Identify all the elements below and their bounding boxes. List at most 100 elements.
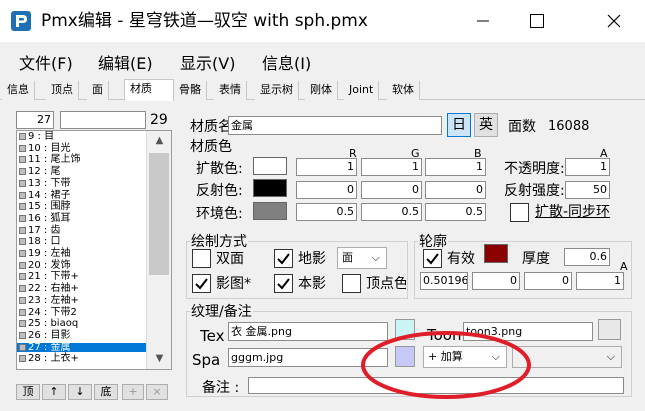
move-top-button[interactable]: 顶 <box>16 384 40 400</box>
menu-bar <box>0 42 645 80</box>
list-item[interactable]: 16 : 狐耳 <box>17 212 147 224</box>
self-shadow-label: 本影 <box>298 276 326 292</box>
maximize-button[interactable] <box>513 0 559 42</box>
tab-info[interactable]: 信息 <box>2 81 35 100</box>
menu-info[interactable]: 信息(I) <box>262 50 311 74</box>
tab-face[interactable]: 面 <box>87 81 109 100</box>
edge-g-input[interactable]: 0 <box>472 272 520 290</box>
list-item[interactable]: 10 : 目光 <box>17 143 147 153</box>
opacity-input[interactable]: 1 <box>565 158 610 176</box>
tab-joint[interactable]: Joint <box>344 81 380 100</box>
list-item[interactable]: 9 : 目 <box>17 132 147 142</box>
list-item[interactable]: 22 : 右袖+ <box>17 284 147 294</box>
lang-en-button[interactable]: 英 <box>474 113 498 137</box>
vertex-color-checkbox[interactable] <box>342 274 361 293</box>
edge-r-input[interactable]: 0.501960 <box>420 272 468 290</box>
material-square-icon <box>19 320 26 328</box>
list-item[interactable]: 14 : 裙子 <box>17 190 147 200</box>
list-item-label: 11 : 尾上饰 <box>28 154 81 166</box>
list-item[interactable]: 13 : 下带 <box>17 177 147 189</box>
diffuse-b-input[interactable]: 1 <box>425 158 486 176</box>
tab-display[interactable]: 显示树 <box>255 81 299 100</box>
sync-diffuse-label: 扩散-同步环 <box>535 204 611 220</box>
list-scrollbar[interactable]: ▲ ▼ <box>146 131 171 369</box>
close-button[interactable] <box>591 0 637 42</box>
list-item[interactable]: 19 : 左袖 <box>17 248 147 259</box>
ambient-b-input[interactable]: 0.5 <box>425 203 486 221</box>
menu-edit[interactable]: 编辑(E) <box>98 50 153 74</box>
list-item[interactable]: 27 : 金属 <box>17 341 147 353</box>
delete-material-button[interactable]: × <box>146 384 168 400</box>
edge-b-input[interactable]: 0 <box>524 272 572 290</box>
specular-color-swatch[interactable] <box>253 179 287 197</box>
maximize-icon <box>530 14 544 28</box>
list-item[interactable]: 21 : 下带+ <box>17 272 147 282</box>
list-item[interactable]: 15 : 围脖 <box>17 202 147 212</box>
scroll-down-button[interactable]: ▼ <box>147 349 172 369</box>
diffuse-g-input[interactable]: 1 <box>361 158 422 176</box>
list-item-label: 19 : 左袖 <box>28 248 71 259</box>
tab-rigidbody[interactable]: 刚体 <box>305 81 338 100</box>
list-item[interactable]: 25 : biaoq <box>17 319 147 329</box>
list-item[interactable]: 20 : 发饰 <box>17 260 147 270</box>
list-item[interactable]: 11 : 尾上饰 <box>17 154 147 166</box>
add-material-button[interactable]: + <box>122 384 144 400</box>
list-item[interactable]: 18 : 口 <box>17 237 147 247</box>
list-item[interactable]: 24 : 下带2 <box>17 307 147 317</box>
tab-material[interactable]: 材质 <box>124 79 174 101</box>
tab-morph[interactable]: 表情 <box>214 81 247 100</box>
specular-b-input[interactable]: 0 <box>425 181 486 199</box>
move-bottom-button[interactable]: 底 <box>94 384 118 400</box>
scroll-up-button[interactable]: ▲ <box>147 131 172 151</box>
ambient-g-input[interactable]: 0.5 <box>361 203 422 221</box>
list-item-label: 13 : 下带 <box>28 177 71 189</box>
tex-label: Tex <box>200 327 225 345</box>
edge-a-input[interactable]: 1 <box>576 272 624 290</box>
edge-size-input[interactable]: 0.6 <box>564 248 610 266</box>
edge-enabled-label: 有效 <box>447 251 475 267</box>
diffuse-r-input[interactable]: 1 <box>296 158 357 176</box>
list-item-label: 16 : 狐耳 <box>28 212 71 224</box>
move-up-button[interactable]: ↑ <box>42 384 66 400</box>
specular-r-input[interactable]: 0 <box>296 181 357 199</box>
ground-shadow-checkbox[interactable] <box>274 249 293 268</box>
self-shadow-checkbox[interactable] <box>274 274 293 293</box>
menu-view[interactable]: 显示(V) <box>180 50 235 74</box>
double-side-checkbox[interactable] <box>192 249 211 268</box>
tab-vertex[interactable]: 顶点 <box>46 81 79 100</box>
material-color-group-label: 材质色 <box>190 139 232 155</box>
material-index-input[interactable]: 27 <box>16 111 54 129</box>
edge-color-swatch[interactable] <box>484 244 508 263</box>
tab-softbody[interactable]: 软体 <box>387 81 420 100</box>
list-item[interactable]: 17 : 齿 <box>17 225 147 235</box>
ambient-r-input[interactable]: 0.5 <box>296 203 357 221</box>
material-filter-input[interactable] <box>60 111 146 129</box>
self-shadow-map-checkbox[interactable] <box>192 274 211 293</box>
ambient-color-swatch[interactable] <box>253 202 287 220</box>
toon-preview-swatch[interactable] <box>598 319 621 340</box>
material-square-icon <box>19 226 26 234</box>
tab-bone[interactable]: 骨骼 <box>174 81 207 100</box>
lang-jp-button[interactable]: 日 <box>447 113 471 137</box>
minimize-button[interactable] <box>460 0 506 42</box>
material-square-icon <box>19 179 26 187</box>
edge-enabled-checkbox[interactable] <box>423 249 442 268</box>
specular-g-input[interactable]: 0 <box>361 181 422 199</box>
list-item[interactable]: 12 : 尾 <box>17 167 147 177</box>
diffuse-color-swatch[interactable] <box>253 157 287 175</box>
sync-diffuse-checkbox[interactable] <box>510 203 529 222</box>
scroll-thumb[interactable] <box>149 153 169 275</box>
annotation-ellipse <box>361 331 531 399</box>
list-item[interactable]: 23 : 左袖+ <box>17 295 147 305</box>
list-item[interactable]: 26 : 目影 <box>17 329 147 341</box>
list-item-label: 27 : 金属 <box>28 341 71 353</box>
face-mode-dropdown[interactable]: 面 ⌵ <box>337 247 387 269</box>
ground-shadow-label: 地影 <box>298 251 326 267</box>
list-item-label: 26 : 目影 <box>28 329 71 341</box>
reflect-strength-input[interactable]: 50 <box>565 181 610 199</box>
list-item[interactable]: 28 : 上衣+ <box>17 354 147 364</box>
double-side-label: 双面 <box>216 251 244 267</box>
menu-file[interactable]: 文件(F) <box>19 50 73 74</box>
material-name-input[interactable]: 金属 <box>228 116 442 135</box>
move-down-button[interactable]: ↓ <box>68 384 92 400</box>
